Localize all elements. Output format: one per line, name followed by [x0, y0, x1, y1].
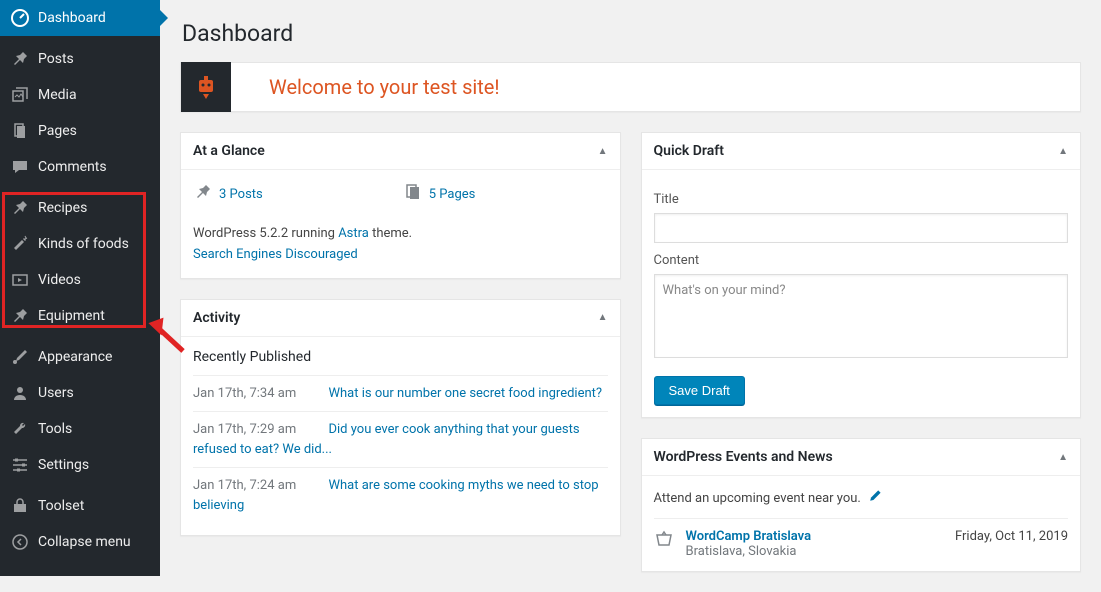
carrot-icon [10, 234, 30, 254]
sidebar-item-label: Appearance [38, 349, 112, 365]
sidebar-item-label: Toolset [38, 498, 84, 514]
wrench-icon [10, 419, 30, 439]
sidebar-item-media[interactable]: Media [0, 77, 160, 113]
welcome-title: Welcome to your test site! [231, 75, 500, 99]
collapse-toggle-icon[interactable]: ▲ [598, 146, 608, 157]
video-icon [10, 270, 30, 290]
pages-link[interactable]: 5 Pages [429, 187, 476, 202]
sidebar-item-recipes[interactable]: Recipes [0, 190, 160, 226]
title-label: Title [654, 192, 1069, 207]
page-title: Dashboard [182, 20, 1081, 47]
box-title: Activity [193, 310, 240, 326]
collapse-toggle-icon[interactable]: ▲ [1058, 146, 1068, 157]
events-header[interactable]: WordPress Events and News ▲ [642, 439, 1081, 476]
media-icon [10, 85, 30, 105]
sidebar-item-videos[interactable]: Videos [0, 262, 160, 298]
sidebar-item-collapse[interactable]: Collapse menu [0, 524, 160, 560]
welcome-panel: Welcome to your test site! [180, 62, 1081, 112]
sidebar-item-dashboard[interactable]: Dashboard [0, 0, 160, 36]
user-icon [10, 383, 30, 403]
sliders-icon [10, 455, 30, 475]
sidebar-item-posts[interactable]: Posts [0, 41, 160, 77]
main-content: Dashboard Welcome to your test site! At … [160, 0, 1101, 592]
box-title: WordPress Events and News [654, 449, 833, 465]
sidebar-item-label: Tools [38, 421, 72, 437]
sidebar-item-label: Collapse menu [38, 534, 131, 550]
sidebar-item-toolset[interactable]: Toolset [0, 488, 160, 524]
activity-time: Jan 17th, 7:29 am [193, 422, 296, 437]
quick-draft-header[interactable]: Quick Draft ▲ [642, 133, 1081, 170]
search-engines-link[interactable]: Search Engines Discouraged [193, 247, 358, 262]
pin-icon [10, 306, 30, 326]
draft-title-input[interactable] [654, 213, 1069, 243]
activity-link[interactable]: What is our number one secret food ingre… [328, 386, 602, 401]
sidebar-item-label: Posts [38, 51, 74, 67]
pin-icon [10, 198, 30, 218]
sidebar-item-label: Equipment [38, 308, 105, 324]
sidebar-item-label: Settings [38, 457, 89, 473]
events-box: WordPress Events and News ▲ Attend an up… [641, 438, 1082, 572]
event-location: Bratislava, Slovakia [686, 544, 797, 559]
collapse-toggle-icon[interactable]: ▲ [598, 312, 608, 323]
theme-link[interactable]: Astra [338, 226, 369, 241]
sidebar-item-settings[interactable]: Settings [0, 447, 160, 483]
event-link[interactable]: WordCamp Bratislava [686, 529, 812, 544]
dashboard-icon [10, 8, 30, 28]
sidebar-item-comments[interactable]: Comments [0, 149, 160, 185]
collapse-toggle-icon[interactable]: ▲ [1058, 452, 1068, 463]
box-title: At a Glance [193, 143, 265, 159]
sidebar-item-users[interactable]: Users [0, 375, 160, 411]
glance-pages[interactable]: 5 Pages [403, 182, 476, 206]
sidebar-item-label: Dashboard [38, 10, 106, 26]
quick-draft-box: Quick Draft ▲ Title Content Save Draft [641, 132, 1082, 418]
wordpress-version-text: WordPress 5.2.2 running Astra theme. [193, 224, 608, 245]
activity-header[interactable]: Activity ▲ [181, 300, 620, 337]
event-date: Friday, Oct 11, 2019 [955, 529, 1068, 559]
event-item: WordCamp Bratislava Bratislava, Slovakia… [654, 518, 1069, 559]
activity-subtitle: Recently Published [193, 349, 608, 365]
sidebar-item-pages[interactable]: Pages [0, 113, 160, 149]
sidebar-item-label: Pages [38, 123, 77, 139]
pages-icon [403, 182, 423, 206]
comment-icon [10, 157, 30, 177]
activity-item: Jan 17th, 7:34 am What is our number one… [193, 375, 608, 412]
pin-icon [193, 182, 213, 206]
sidebar-item-label: Recipes [38, 200, 87, 216]
activity-item: Jan 17th, 7:24 am What are some cooking … [193, 467, 608, 523]
admin-sidebar: Dashboard Posts Media Pages Comments Rec… [0, 0, 160, 576]
sidebar-item-label: Media [38, 87, 77, 103]
wordcamp-icon [654, 529, 676, 559]
draft-content-textarea[interactable] [654, 274, 1069, 358]
activity-time: Jan 17th, 7:24 am [193, 478, 296, 493]
sidebar-item-tools[interactable]: Tools [0, 411, 160, 447]
robot-icon [181, 62, 231, 112]
at-a-glance-header[interactable]: At a Glance ▲ [181, 133, 620, 170]
activity-box: Activity ▲ Recently Published Jan 17th, … [180, 299, 621, 537]
sidebar-item-label: Users [38, 385, 74, 401]
activity-time: Jan 17th, 7:34 am [193, 386, 296, 401]
collapse-icon [10, 532, 30, 552]
events-attend-text: Attend an upcoming event near you. [654, 488, 1069, 518]
pencil-icon[interactable] [867, 488, 883, 508]
pin-icon [10, 49, 30, 69]
glance-posts[interactable]: 3 Posts [193, 182, 263, 206]
brush-icon [10, 347, 30, 367]
toolset-icon [10, 496, 30, 516]
posts-link[interactable]: 3 Posts [219, 187, 263, 202]
sidebar-item-appearance[interactable]: Appearance [0, 339, 160, 375]
at-a-glance-box: At a Glance ▲ 3 Posts 5 Pages [180, 132, 621, 279]
activity-item: Jan 17th, 7:29 am Did you ever cook anyt… [193, 411, 608, 467]
sidebar-item-label: Kinds of foods [38, 236, 129, 252]
box-title: Quick Draft [654, 143, 724, 159]
pages-icon [10, 121, 30, 141]
save-draft-button[interactable]: Save Draft [654, 376, 745, 405]
sidebar-item-label: Videos [38, 272, 81, 288]
sidebar-item-equipment[interactable]: Equipment [0, 298, 160, 334]
sidebar-item-label: Comments [38, 159, 107, 175]
content-label: Content [654, 253, 1069, 268]
sidebar-item-kinds-of-foods[interactable]: Kinds of foods [0, 226, 160, 262]
